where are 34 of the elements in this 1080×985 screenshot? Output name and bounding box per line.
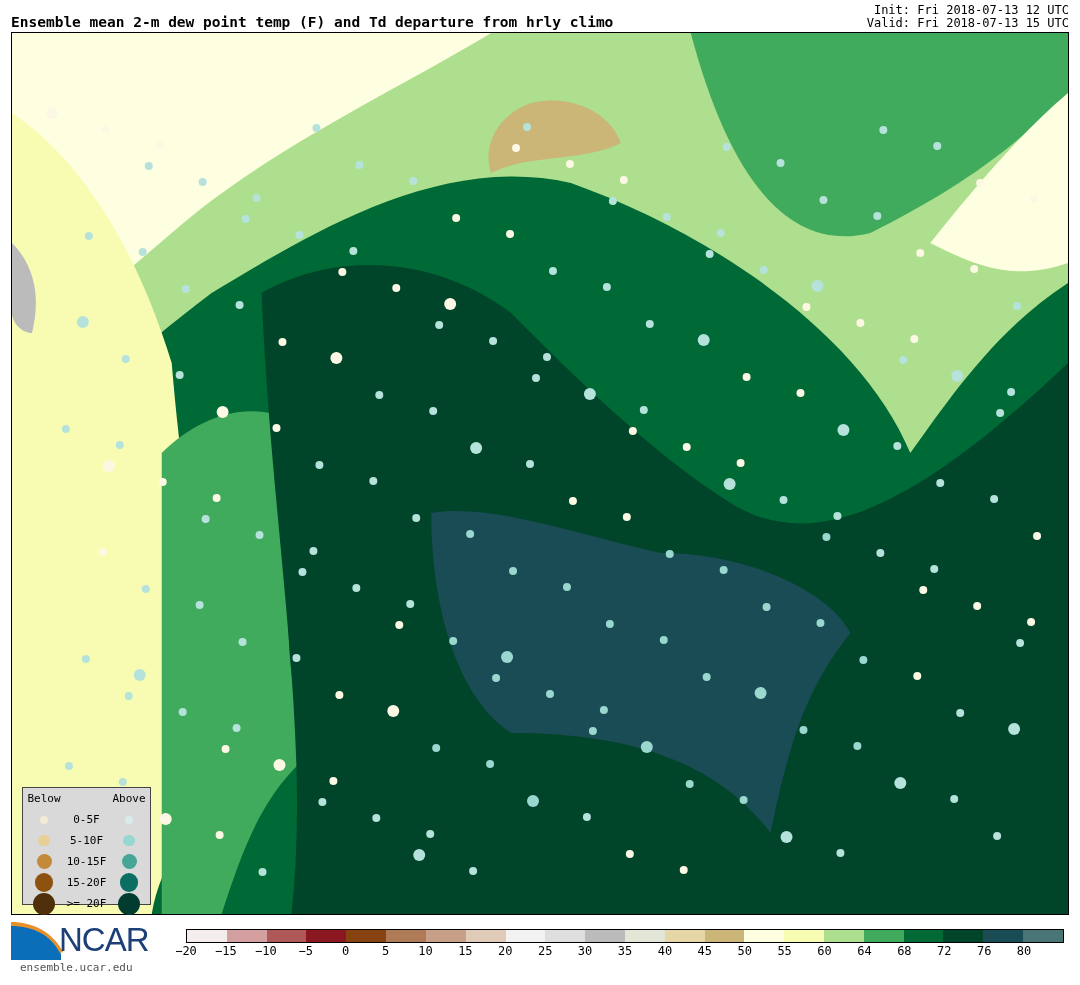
logo-wordmark: NCAR <box>59 921 149 959</box>
colorbar-tick-label: 0 <box>342 944 350 958</box>
colorbar-tick-label: 30 <box>577 944 593 958</box>
colorbar-tick-label: 20 <box>498 944 513 958</box>
colorbar-tick-label: 64 <box>857 944 872 958</box>
valid-time: Valid: Fri 2018-07-13 15 UTC <box>866 17 1069 30</box>
colorbar-tick-label: 55 <box>777 944 792 958</box>
legend-label: 10-15F <box>66 855 107 868</box>
colorbar-tick-label: 40 <box>657 944 673 958</box>
colorbar-tick-label: −20 <box>175 944 197 958</box>
chart-title: Ensemble mean 2-m dew point temp (F) and Td departure from hrly climo <box>11 14 614 30</box>
colorbar-tick-label: 72 <box>937 944 952 958</box>
legend-label: 15-20F <box>66 876 107 889</box>
site-url: ensemble.ucar.edu <box>20 961 134 974</box>
init-time: Init: Fri 2018-07-13 12 UTC <box>873 4 1069 17</box>
legend-label: 5-10F <box>69 834 104 847</box>
colorbar-tick-label: −15 <box>215 944 237 958</box>
colorbar-tick-label: −10 <box>254 944 277 958</box>
colorbar-tick-label: 60 <box>817 944 832 958</box>
colorbar-tick-label: 80 <box>1016 944 1032 958</box>
logo-swoosh-icon <box>11 920 63 960</box>
colorbar-tick-label: 68 <box>897 944 912 958</box>
colorbar-tick-label: 15 <box>458 944 473 958</box>
legend-label: 0-5F <box>73 813 100 826</box>
colorbar-tick-label: 50 <box>737 944 752 958</box>
legend-heading: Below <box>27 792 61 805</box>
colorbar-tick-label: 45 <box>697 944 713 958</box>
colorbar-tick-label: −5 <box>298 944 313 958</box>
legend-heading: Above <box>112 792 146 805</box>
colorbar-tick-label: 5 <box>381 944 390 958</box>
colorbar-tick-label: 35 <box>617 944 633 958</box>
colorbar-tick-label: 25 <box>537 944 553 958</box>
colorbar-tick-label: 10 <box>418 944 433 958</box>
colorbar-tick-label: 76 <box>976 944 992 958</box>
